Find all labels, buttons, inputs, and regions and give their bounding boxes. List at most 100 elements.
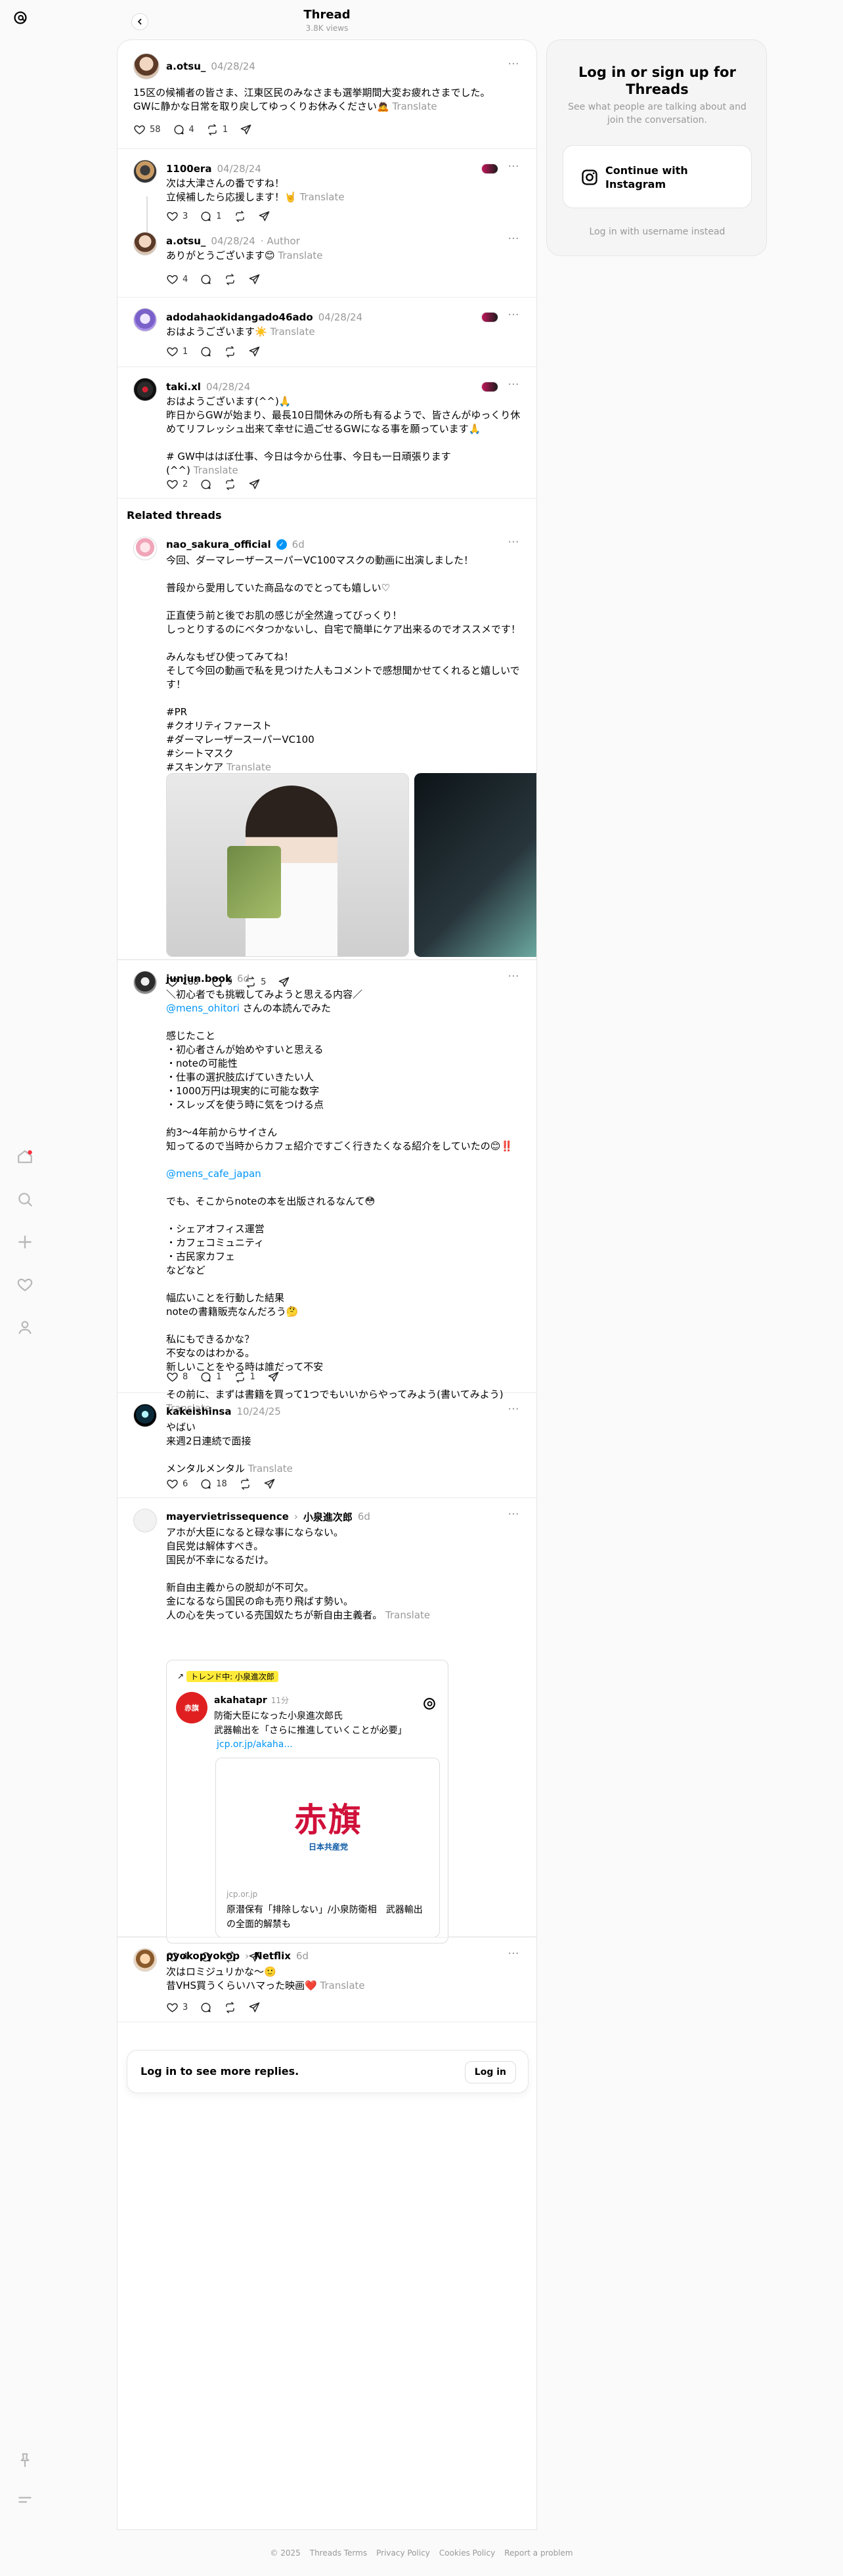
related-post[interactable]: nao_sakura_official ✓ 6d ··· 今回、ダーマレーザース… (118, 526, 536, 960)
avatar[interactable] (133, 971, 157, 994)
reply-button[interactable] (200, 345, 212, 358)
related-post[interactable]: kakeishinsa 10/24/25 ··· やばい 来週2日連続で面接 メ… (118, 1393, 536, 1498)
share-button[interactable] (248, 2001, 261, 2014)
avatar[interactable] (133, 537, 157, 560)
quoted-post[interactable]: ↗ トレンド中: 小泉進次郎 赤旗 akahatapr 11分 防衛大臣になった小泉… (166, 1660, 448, 1943)
repost-button[interactable] (224, 478, 236, 491)
reply-button[interactable] (200, 273, 212, 286)
topic-link[interactable]: 小泉進次郎 (303, 1510, 353, 1524)
share-button[interactable] (263, 1478, 276, 1490)
more-options-icon[interactable]: ··· (505, 1404, 522, 1418)
like-button[interactable]: 58 (133, 123, 161, 136)
repost-button[interactable] (224, 273, 236, 286)
related-post[interactable]: pyokopyokop › Netflix 6d ··· 次はロミジュリかな〜🙂… (118, 1937, 536, 2022)
repost-button[interactable] (234, 210, 246, 223)
link-preview-card[interactable]: 赤旗 日本共産党 jcp.or.jp 原潜保有「排除しない」/小泉防衛相 武器輸… (215, 1758, 440, 1938)
trending-pill[interactable]: ↗ トレンド中: 小泉進次郎 (177, 1670, 278, 1683)
reply-thumbnail[interactable] (481, 312, 498, 322)
repost-button[interactable]: 1 (234, 1371, 255, 1383)
reply-button[interactable] (200, 2001, 212, 2014)
more-options-icon[interactable]: ··· (505, 971, 522, 985)
username-login-link[interactable]: Log in with username instead (547, 227, 767, 237)
avatar[interactable] (133, 1509, 157, 1532)
avatar[interactable] (133, 232, 157, 255)
plus-icon[interactable] (14, 1232, 35, 1253)
profile-icon[interactable] (14, 1317, 35, 1338)
avatar[interactable] (133, 1404, 157, 1427)
quoted-username[interactable]: akahatapr 11分 (214, 1695, 289, 1706)
login-button[interactable]: Log in (464, 2061, 516, 2083)
reply-button[interactable]: 4 (173, 123, 194, 136)
translate-link[interactable]: Translate (320, 1980, 365, 1991)
translate-link[interactable]: Translate (392, 100, 437, 112)
share-button[interactable] (258, 210, 270, 223)
username[interactable]: 1100era (166, 163, 211, 175)
more-options-icon[interactable]: ··· (505, 1509, 522, 1523)
reply-post[interactable]: taki.xl 04/28/24 ··· おはようございます(^^)🙏 昨日から… (118, 367, 536, 499)
translate-link[interactable]: Translate (248, 1463, 293, 1475)
like-button[interactable]: 3 (166, 210, 188, 223)
avatar[interactable] (133, 378, 157, 401)
username[interactable]: junjun.book (166, 973, 232, 985)
translate-link[interactable]: Translate (227, 761, 271, 773)
share-button[interactable] (267, 1371, 280, 1383)
username[interactable]: kakeishinsa (166, 1406, 231, 1417)
translate-link[interactable]: Translate (270, 326, 314, 338)
repost-button[interactable] (239, 1478, 251, 1490)
like-button[interactable]: 4 (166, 273, 188, 286)
reply-thread[interactable]: 1100era 04/28/24 ··· 次は大津さんの番ですね！ 立候補したら… (118, 149, 536, 298)
search-icon[interactable] (14, 1189, 35, 1210)
heart-icon[interactable] (14, 1274, 35, 1295)
more-options-icon[interactable]: ··· (505, 233, 522, 248)
avatar[interactable] (133, 53, 160, 79)
username[interactable]: nao_sakura_official (166, 539, 271, 550)
avatar[interactable] (133, 1948, 157, 1972)
pin-icon[interactable] (14, 2450, 35, 2471)
reply-thumbnail[interactable] (481, 164, 498, 174)
more-options-icon[interactable]: ··· (505, 1948, 522, 1963)
like-button[interactable]: 2 (166, 478, 188, 491)
instagram-login-button[interactable]: Continue with Instagram (563, 145, 752, 208)
avatar[interactable]: 赤旗 (176, 1692, 207, 1723)
reply-button[interactable] (200, 478, 212, 491)
more-options-icon[interactable]: ··· (505, 58, 522, 73)
share-button[interactable] (248, 273, 261, 286)
cookies-link[interactable]: Cookies Policy (439, 2548, 495, 2558)
translate-link[interactable]: Translate (278, 250, 322, 261)
share-button[interactable] (240, 123, 252, 136)
avatar[interactable] (133, 160, 157, 183)
like-button[interactable]: 3 (166, 2001, 188, 2014)
more-options-icon[interactable]: ··· (505, 161, 522, 175)
reply-button[interactable]: 18 (200, 1478, 227, 1490)
translate-link[interactable]: Translate (299, 191, 344, 203)
username[interactable]: a.otsu_ (166, 60, 205, 72)
share-button[interactable] (248, 478, 261, 491)
mention-link[interactable]: @mens_ohitori (166, 1002, 240, 1014)
translate-link[interactable]: Translate (385, 1609, 430, 1621)
more-options-icon[interactable]: ··· (505, 379, 522, 393)
more-options-icon[interactable]: ··· (505, 537, 522, 551)
terms-link[interactable]: Threads Terms (310, 2548, 367, 2558)
menu-icon[interactable] (14, 2489, 35, 2510)
translate-link[interactable]: Translate (194, 464, 238, 476)
related-post[interactable]: junjun.book 6d ··· ＼初心者でも挑戦してみようと思える内容／ … (118, 960, 536, 1414)
username[interactable]: taki.xl (166, 381, 201, 393)
threads-logo-icon[interactable] (12, 9, 37, 34)
reply-post[interactable]: adodahaokidangado46ado 04/28/24 ··· おはよう… (118, 298, 536, 367)
share-button[interactable] (248, 345, 261, 358)
like-button[interactable]: 1 (166, 345, 188, 358)
repost-button[interactable]: 1 (206, 123, 228, 136)
home-icon[interactable] (14, 1146, 35, 1167)
reply-button[interactable]: 1 (200, 210, 222, 223)
like-button[interactable]: 8 (166, 1371, 188, 1383)
related-post[interactable]: mayervietrissequence › 小泉進次郎 6d ··· アホが大… (118, 1498, 536, 1943)
mention-link[interactable]: @mens_cafe_japan (166, 1168, 261, 1180)
username[interactable]: mayervietrissequence (166, 1511, 289, 1522)
post-image[interactable] (166, 773, 409, 957)
post-video[interactable] (414, 773, 536, 957)
username[interactable]: a.otsu_ (166, 235, 205, 247)
main-post[interactable]: a.otsu_ 04/28/24 ··· 15区の候補者の皆さま、江東区民のみな… (118, 40, 536, 149)
like-button[interactable]: 6 (166, 1478, 188, 1490)
avatar[interactable] (133, 308, 157, 332)
topic-link[interactable]: Netflix (254, 1950, 291, 1962)
